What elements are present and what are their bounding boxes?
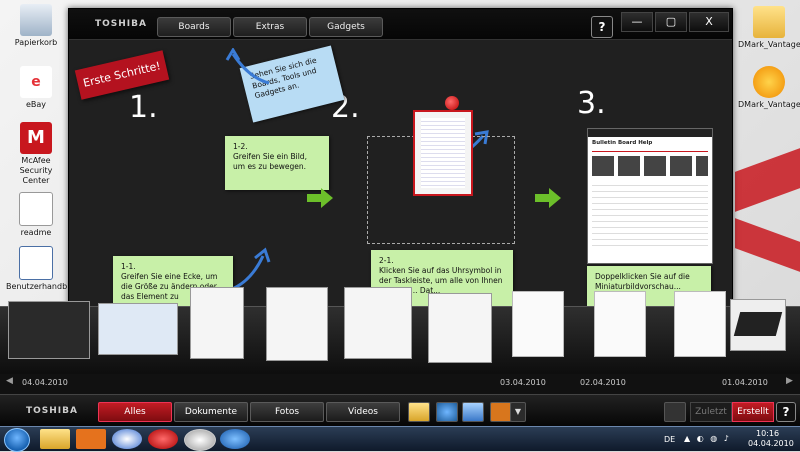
filter-videos-button[interactable]: Videos [326,402,400,422]
user-icon[interactable] [112,429,142,449]
note-step-1-2[interactable]: 1-2. Greifen Sie ein Bild, um es zu bewe… [225,136,329,190]
pushpin-icon[interactable] [148,429,178,449]
installer-icon [753,66,785,98]
step-number-1: 1. [129,90,158,125]
media-player-icon[interactable] [490,402,512,422]
thumbnail-document[interactable] [674,291,726,357]
tab-gadgets[interactable]: Gadgets [309,17,383,37]
desktop-icon-recycle-bin[interactable]: Papierkorb [6,4,66,48]
curved-arrow-icon [225,48,270,85]
language-indicator[interactable]: DE [664,435,675,444]
desktop-icon-label: readme [20,228,52,237]
bottom-toolbar: TOSHIBA Alles Dokumente Fotos Videos ▼ Z… [0,394,800,427]
laptop-icon [733,312,783,336]
desktop-icon-readme[interactable]: readme [6,192,66,238]
filmstrip-date: 03.04.2010 [500,378,546,387]
explorer-icon[interactable] [40,429,70,449]
clock-date[interactable]: 04.04.2010 [748,439,794,448]
desktop-icon-vantage[interactable]: DMark_Vantage_v1... [738,66,800,110]
document-stack-icon[interactable] [462,402,484,422]
start-button[interactable] [4,428,30,452]
step-number-3: 3. [577,86,606,121]
folder-icon[interactable] [408,402,430,422]
window-titlebar: TOSHIBA Boards Extras Gadgets ? — ▢ X [69,9,732,40]
scroll-right-icon[interactable]: ▶ [786,376,793,386]
sort-created-button[interactable]: Erstellt [732,402,774,422]
desktop-icon-label: DMark_Vantage_v1... [738,40,800,49]
web-icon[interactable] [436,402,458,422]
folder-icon [753,6,785,38]
filmstrip-date: 02.04.2010 [580,378,626,387]
mcafee-icon: M [20,122,52,154]
recent-items-filmstrip[interactable] [0,287,800,375]
doc-header-bar [588,129,712,137]
desktop-icon-folder[interactable]: DMark_Vantage_v1... [738,6,800,50]
scroll-left-icon[interactable]: ◀ [6,376,13,386]
filmstrip-date-strip [0,374,800,394]
desktop-icon-label: McAfee Security Center [19,156,53,185]
green-arrow-icon [535,188,561,208]
filter-photos-button[interactable]: Fotos [250,402,324,422]
filter-all-button[interactable]: Alles [98,402,172,422]
doc-divider [592,151,708,152]
brand-logo: TOSHIBA [95,19,147,29]
desktop-icon-label: eBay [25,100,47,109]
desktop-icon-manual[interactable]: Benutzerhandb [6,246,68,292]
maximize-button[interactable]: ▢ [655,12,687,32]
thumbnail-screenshot[interactable] [266,287,328,361]
doc-text-block [592,180,708,250]
desktop-icon-label: Benutzerhandb [6,282,68,291]
toolbar-help-button[interactable]: ? [776,402,796,422]
recycle-bin-icon [20,4,52,36]
board-canvas[interactable]: Erste Schritte! 1. 2. 3. Sehen Sie sich … [69,40,732,314]
desktop-wallpaper-accent [735,218,800,272]
bulletin-board-window: TOSHIBA Boards Extras Gadgets ? — ▢ X Er… [68,8,733,314]
toolbar-brand-logo: TOSHIBA [26,406,78,416]
dropdown-arrow-icon[interactable]: ▼ [510,402,526,422]
media-player-icon[interactable] [76,429,106,449]
screenshot-preview [421,118,465,188]
ebay-icon: e [20,66,52,98]
windows-taskbar: DE ▲ ◐ ◍ ♪ 10:16 04.04.2010 [0,426,800,452]
filter-documents-button[interactable]: Dokumente [174,402,248,422]
filmstrip-date: 01.04.2010 [722,378,768,387]
desktop-wallpaper-accent [735,148,800,212]
help-document-preview[interactable]: Bulletin Board Help [587,128,713,264]
document-icon [19,192,53,226]
tray-icons[interactable]: ▲ ◐ ◍ ♪ [684,434,744,443]
desktop-icon-mcafee[interactable]: M McAfee Security Center [6,122,66,186]
window-help-button[interactable]: ? [591,16,613,38]
thumbnail-image[interactable] [98,303,178,355]
clock-icon[interactable] [184,429,216,451]
thumbnail-document[interactable] [512,291,564,357]
minimize-button[interactable]: — [621,12,653,32]
thumbnail-document[interactable] [594,291,646,357]
thumbnail-screenshot[interactable] [428,293,492,363]
thumbnail-screenshot[interactable] [344,287,412,359]
help-doc-title: Bulletin Board Help [592,140,653,146]
desktop-icon-ebay[interactable]: e eBay [6,66,66,110]
thumbnail-video[interactable] [8,301,90,359]
calendar-icon[interactable] [664,402,686,422]
close-button[interactable]: X [689,12,729,32]
clock-time[interactable]: 10:16 [756,429,779,438]
sort-recent-button[interactable]: Zuletzt [690,402,732,422]
desktop-icon-label: Papierkorb [14,38,58,47]
filmstrip-date: 04.04.2010 [22,378,68,387]
doc-image-row [592,156,708,176]
tab-extras[interactable]: Extras [233,17,307,37]
green-arrow-icon [307,188,333,208]
checklist-icon [19,246,53,280]
internet-explorer-icon[interactable] [220,429,250,449]
pinned-screenshot[interactable] [413,110,473,196]
thumbnail-screenshot[interactable] [190,287,244,359]
thumbnail-laptop-photo[interactable] [730,299,786,351]
pushpin-icon [445,96,459,110]
desktop-icon-label: DMark_Vantage_v1... [738,100,800,109]
tab-boards[interactable]: Boards [157,17,231,37]
